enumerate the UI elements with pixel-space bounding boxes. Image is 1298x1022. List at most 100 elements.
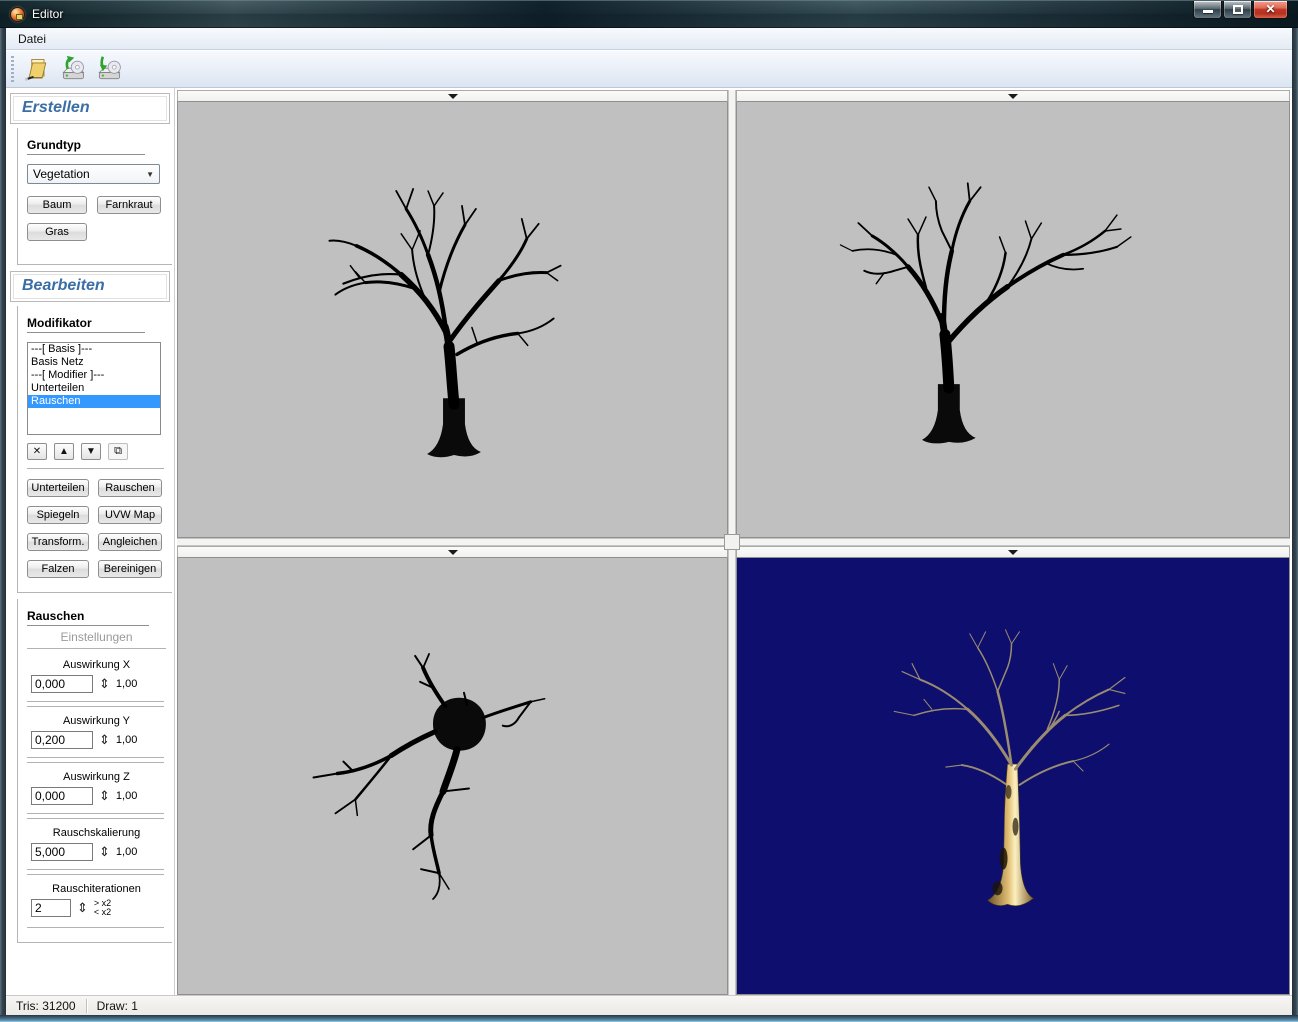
tree-wireframe-front (178, 102, 727, 537)
bearbeiten-panel-header[interactable]: Bearbeiten (10, 271, 170, 302)
viewport-side-header[interactable] (736, 90, 1290, 102)
collapse-icon (1008, 94, 1018, 99)
rauschiterationen-input[interactable] (31, 899, 71, 917)
baum-button[interactable]: Baum (27, 196, 87, 214)
sidebar: Erstellen Grundtyp Vegetation ▼ Baum Far… (6, 88, 175, 995)
move-down-button[interactable]: ▼ (81, 443, 101, 460)
unterteilen-button[interactable]: Unterteilen (27, 479, 89, 497)
menu-item-datei[interactable]: Datei (10, 30, 54, 48)
collapse-icon (1008, 550, 1018, 555)
list-item-selected[interactable]: Rauschen (28, 395, 160, 408)
bearbeiten-title: Bearbeiten (13, 274, 167, 299)
viewport-top (177, 546, 728, 995)
delete-modifier-button[interactable]: ✕ (27, 443, 47, 460)
tree-rendered (737, 558, 1289, 994)
divider (27, 468, 164, 470)
viewport-area (177, 90, 1290, 995)
viewport-render (736, 546, 1290, 995)
list-item[interactable]: Basis Netz (28, 356, 160, 369)
erstellen-panel-header[interactable]: Erstellen (10, 93, 170, 124)
maximize-icon (1233, 5, 1243, 14)
status-bar: Tris: 31200 Draw: 1 (6, 995, 1292, 1015)
field-auswirkung-z: Auswirkung Z ⇕ 1,00 (27, 763, 166, 807)
farnkraut-button[interactable]: Farnkraut (97, 196, 161, 214)
spinner-icon[interactable]: ⇕ (99, 790, 110, 802)
chevron-down-icon: ▼ (146, 170, 154, 179)
auswirkung-y-input[interactable] (31, 731, 93, 749)
tree-wireframe-side (737, 102, 1289, 537)
grundtyp-dropdown[interactable]: Vegetation ▼ (27, 164, 160, 184)
minimize-icon (1203, 10, 1213, 13)
einstellungen-subtitle: Einstellungen (27, 630, 166, 649)
export-disk-button[interactable] (57, 53, 89, 85)
spinner-icon[interactable]: ⇕ (77, 902, 88, 914)
transform-button[interactable]: Transform. (27, 533, 89, 551)
field-auswirkung-y: Auswirkung Y ⇕ 1,00 (27, 707, 166, 751)
erstellen-group: Grundtyp Vegetation ▼ Baum Farnkraut Gra… (17, 128, 172, 265)
erstellen-title: Erstellen (13, 96, 167, 121)
viewport-side (736, 90, 1290, 538)
spinner-icon[interactable]: ⇕ (99, 678, 110, 690)
list-item[interactable]: ---[ Basis ]--- (28, 343, 160, 356)
field-rauschiterationen: Rauschiterationen ⇕ > x2 < x2 (27, 875, 166, 919)
spinner-icon[interactable]: ⇕ (99, 846, 110, 858)
window-border-bottom (0, 1015, 1298, 1022)
close-icon: ✕ (1254, 2, 1287, 16)
falzen-button[interactable]: Falzen (27, 560, 89, 578)
toolbar-grip[interactable] (11, 56, 14, 82)
title-bar[interactable]: Editor ✕ (0, 0, 1298, 28)
import-disk-button[interactable] (93, 53, 125, 85)
bereinigen-button[interactable]: Bereinigen (98, 560, 162, 578)
rauschen-settings-group: Rauschen Einstellungen Auswirkung X ⇕ 1,… (17, 599, 172, 943)
rauschen-button[interactable]: Rauschen (98, 479, 162, 497)
viewport-top-header[interactable] (177, 546, 728, 558)
minimize-button[interactable] (1193, 1, 1222, 19)
editor-window: Editor ✕ Datei (0, 0, 1298, 1022)
collapse-icon (448, 550, 458, 555)
status-tris: Tris: 31200 (6, 999, 86, 1013)
open-folder-button[interactable] (21, 53, 53, 85)
field-rauschskalierung: Rauschskalierung ⇕ 1,00 (27, 819, 166, 863)
viewport-top-canvas[interactable] (177, 558, 728, 995)
grundtyp-value: Vegetation (33, 167, 90, 181)
maximize-button[interactable] (1223, 1, 1252, 19)
viewport-front-header[interactable] (177, 90, 728, 102)
viewport-render-header[interactable] (736, 546, 1290, 558)
viewport-front (177, 90, 728, 538)
viewport-side-canvas[interactable] (736, 102, 1290, 538)
bearbeiten-group: Modifikator ---[ Basis ]--- Basis Netz -… (17, 306, 172, 593)
move-up-button[interactable]: ▲ (54, 443, 74, 460)
rauschen-section-title: Rauschen (27, 609, 149, 626)
window-title: Editor (32, 7, 63, 21)
spinner-icon[interactable]: ⇕ (99, 734, 110, 746)
disk-arrow-down-icon (95, 55, 123, 83)
tree-wireframe-top (178, 558, 727, 994)
close-button[interactable]: ✕ (1253, 1, 1288, 19)
window-border-left (0, 28, 6, 1015)
window-border-right (1292, 28, 1298, 1015)
modifikator-listbox[interactable]: ---[ Basis ]--- Basis Netz ---[ Modifier… (27, 342, 161, 435)
splitter-grip[interactable] (724, 534, 740, 550)
field-auswirkung-x: Auswirkung X ⇕ 1,00 (27, 651, 166, 695)
list-item[interactable]: ---[ Modifier ]--- (28, 369, 160, 382)
auswirkung-x-input[interactable] (31, 675, 93, 693)
grundtyp-label: Grundtyp (27, 138, 145, 155)
collapse-icon (448, 94, 458, 99)
status-draw: Draw: 1 (87, 999, 148, 1013)
uvw-map-button[interactable]: UVW Map (98, 506, 162, 524)
list-item[interactable]: Unterteilen (28, 382, 160, 395)
divider (27, 927, 164, 928)
angleichen-button[interactable]: Angleichen (98, 533, 162, 551)
duplicate-button[interactable]: ⧉ (108, 443, 128, 460)
app-icon (10, 7, 25, 22)
viewport-render-canvas[interactable] (736, 558, 1290, 995)
spiegeln-button[interactable]: Spiegeln (27, 506, 89, 524)
main-content: Erstellen Grundtyp Vegetation ▼ Baum Far… (6, 88, 1292, 995)
rauschskalierung-input[interactable] (31, 843, 93, 861)
viewport-front-canvas[interactable] (177, 102, 728, 538)
toolbar (6, 50, 1292, 88)
menu-bar: Datei (6, 28, 1292, 50)
auswirkung-z-input[interactable] (31, 787, 93, 805)
gras-button[interactable]: Gras (27, 223, 87, 241)
disk-arrow-up-icon (59, 55, 87, 83)
